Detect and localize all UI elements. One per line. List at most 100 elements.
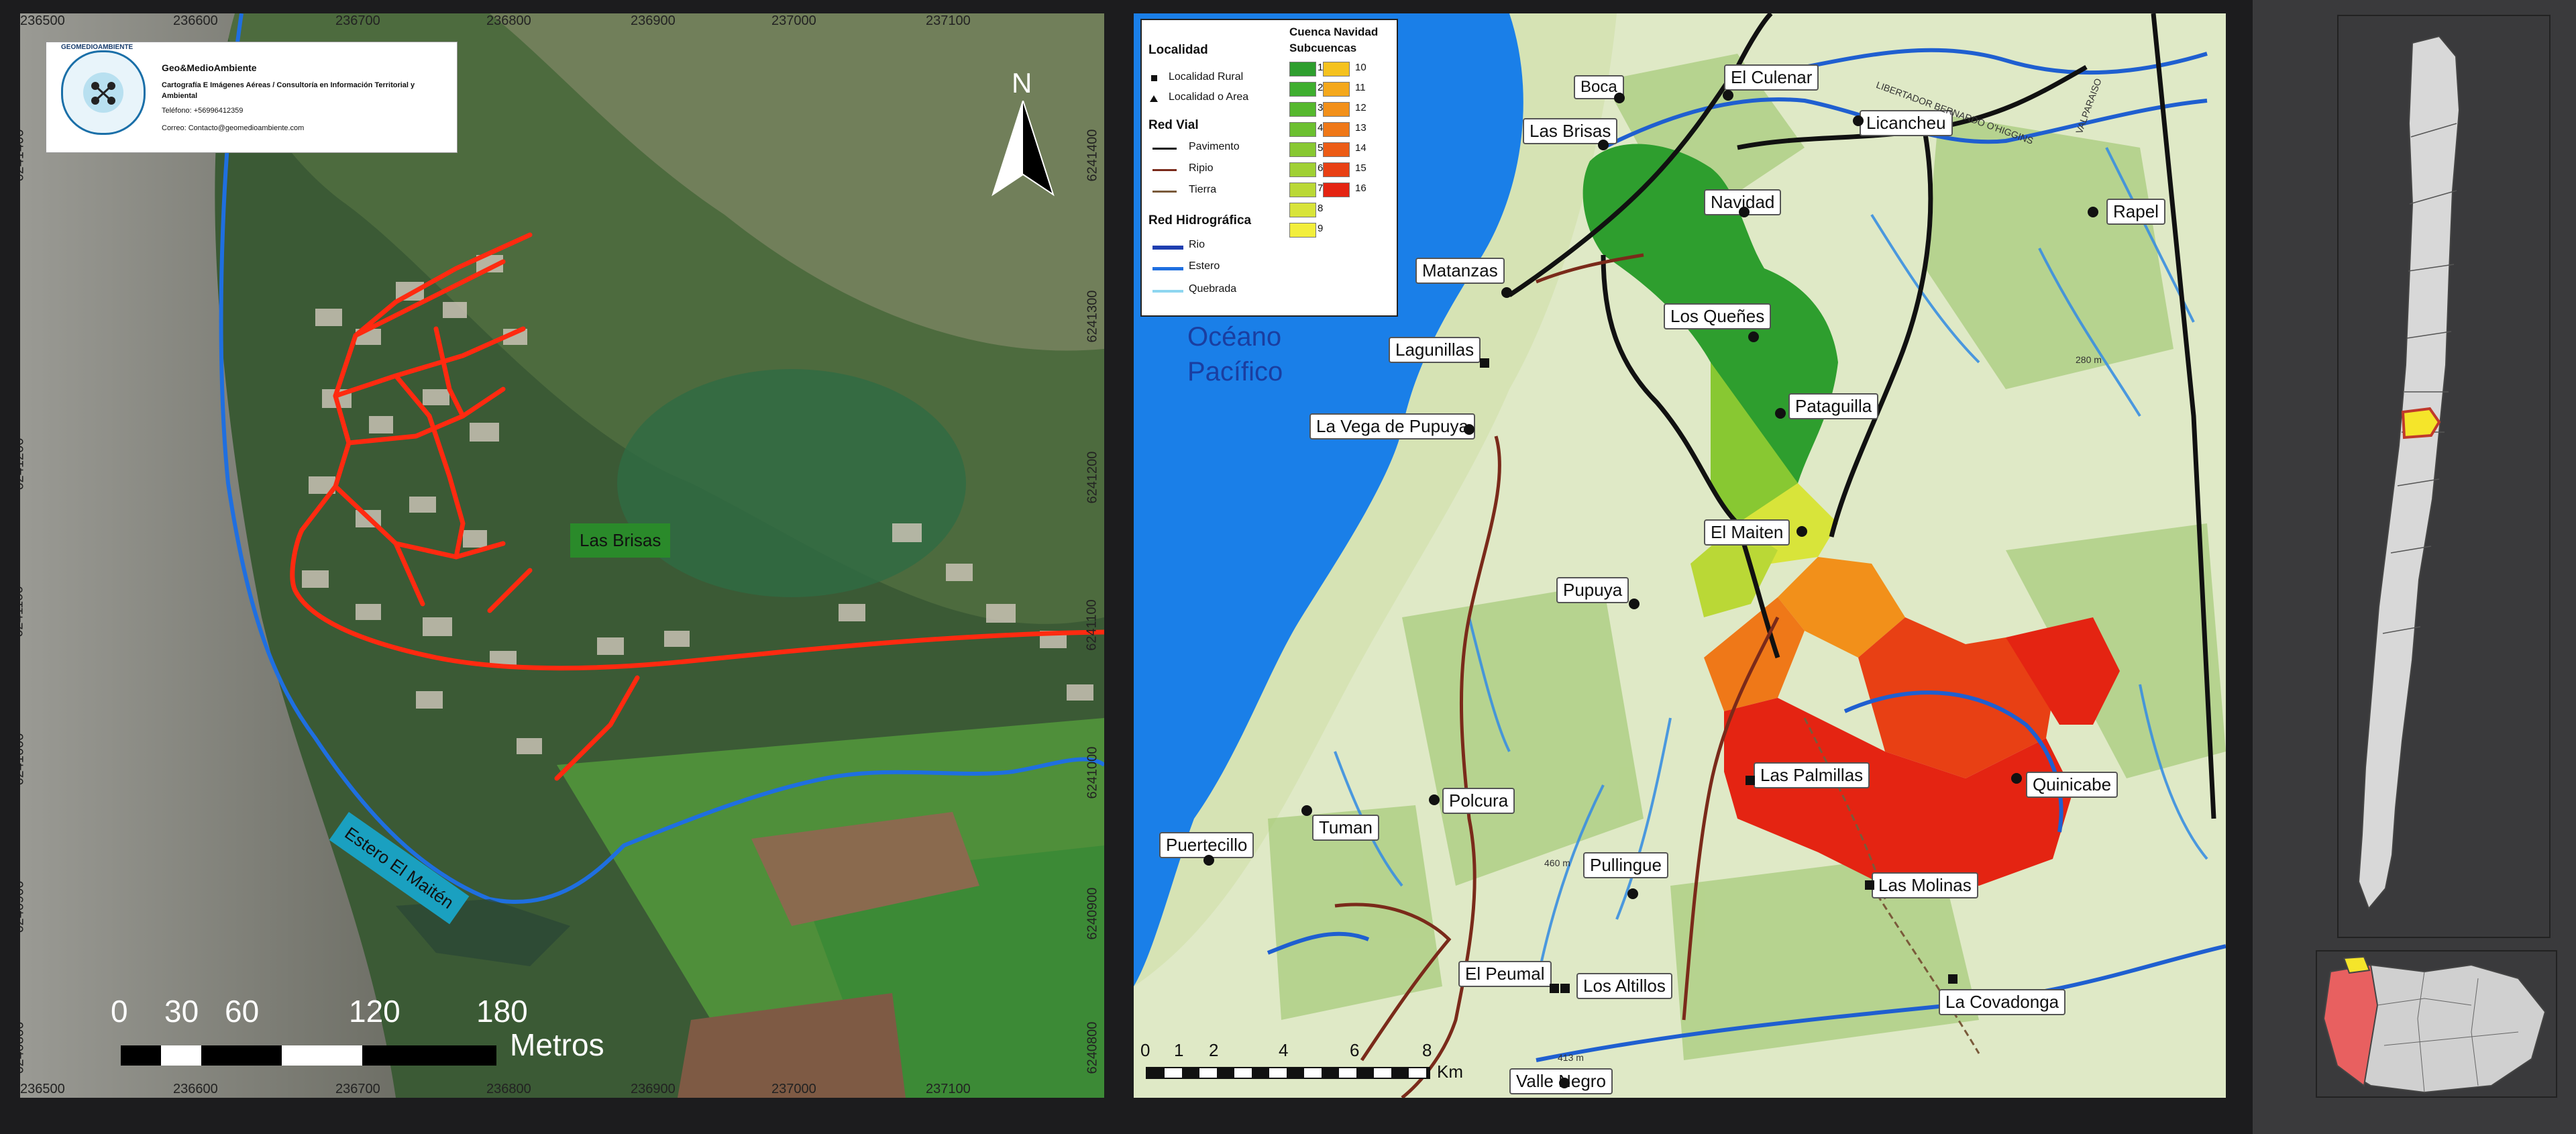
country-inset-frame xyxy=(2337,15,2551,938)
scale-tick-1: 30 xyxy=(164,994,199,1029)
right-tick-2: 6241200 xyxy=(1085,451,1100,504)
elevation-label-3: 280 m xyxy=(2076,354,2102,365)
right-tick-0: 6241400 xyxy=(1085,129,1100,182)
bottom-tick-4: 236900 xyxy=(631,1082,676,1096)
north-arrow: N xyxy=(986,67,1060,201)
legend-quebrada-line-icon xyxy=(1152,290,1183,293)
bottom-tick-1: 236600 xyxy=(173,1082,218,1096)
legend-subbasin-swatch-15 xyxy=(1323,162,1350,177)
legend-rio: Rio xyxy=(1189,239,1205,250)
scale-tick-0: 0 xyxy=(111,994,128,1029)
location-inset-panel xyxy=(2253,0,2576,1134)
km-scale-bar xyxy=(1146,1067,1430,1079)
legend-subbasin-swatch-7 xyxy=(1289,183,1316,197)
right-tick-6: 6240800 xyxy=(1085,1021,1100,1074)
place-navidad: Navidad xyxy=(1704,189,1782,215)
legend-subbasin-swatch-13 xyxy=(1323,122,1350,137)
place-pullingue: Pullingue xyxy=(1583,852,1668,878)
km-scale-tick-2: 2 xyxy=(1209,1040,1219,1060)
legend-pavimento: Pavimento xyxy=(1189,141,1240,152)
place-matanzas: Matanzas xyxy=(1415,258,1505,284)
legend-subcuencas-title: Subcuencas xyxy=(1289,42,1357,54)
basin-map-panel: Localidad Localidad Rural Localidad o Ar… xyxy=(1134,13,2226,1098)
place-la-covadonga: La Covadonga xyxy=(1939,989,2066,1015)
legend-marker-square-icon xyxy=(1151,75,1157,81)
legend-estero: Estero xyxy=(1189,260,1220,272)
legend-subbasin-label-14: 14 xyxy=(1355,142,1366,154)
top-tick-2: 236700 xyxy=(335,13,380,28)
place-tuman: Tuman xyxy=(1312,815,1379,841)
legend-subbasin-swatch-8 xyxy=(1289,203,1316,217)
place-pupuya: Pupuya xyxy=(1556,577,1629,603)
top-tick-0: 236500 xyxy=(20,13,65,28)
company-logo-box: GEOMEDIOAMBIENTE Geo&MedioAmbiente Carto… xyxy=(46,42,458,153)
ocean-label-2: Pacífico xyxy=(1187,357,1283,386)
legend-subbasin-swatch-6 xyxy=(1289,162,1316,177)
right-tick-3: 6241100 xyxy=(1084,599,1099,651)
bottom-tick-5: 237000 xyxy=(771,1082,816,1096)
ocean-label-1: Océano xyxy=(1187,322,1282,352)
village-label: Las Brisas xyxy=(570,523,671,558)
legend-subbasin-label-12: 12 xyxy=(1355,102,1366,113)
aerial-imagery xyxy=(20,13,1104,1098)
scale-tick-4: 180 xyxy=(476,994,528,1029)
legend-subbasin-swatch-14 xyxy=(1323,142,1350,157)
place-el-peumal: El Peumal xyxy=(1458,961,1552,987)
right-tick-5: 6240900 xyxy=(1085,887,1100,940)
bottom-tick-6: 237100 xyxy=(926,1082,971,1096)
legend-localidad-title: Localidad xyxy=(1148,43,1208,57)
study-region-highlight xyxy=(2401,407,2441,440)
left-tick-0: 6241400 xyxy=(20,129,27,182)
legend-subbasin-label-13: 13 xyxy=(1355,122,1366,134)
km-scale-tick-1: 1 xyxy=(1174,1040,1184,1060)
place-puertecillo: Puertecillo xyxy=(1159,832,1254,858)
left-tick-3: 6241000 xyxy=(20,733,27,786)
legend-hidro-title: Red Hidrográfica xyxy=(1148,213,1252,227)
place-los-quenes: Los Queñes xyxy=(1664,303,1772,329)
company-logo-emblem xyxy=(61,50,146,135)
legend-subbasin-label-15: 15 xyxy=(1355,162,1366,174)
km-scale-tick-0: 0 xyxy=(1140,1040,1150,1060)
place-licancheu: Licancheu xyxy=(1860,110,1953,136)
km-scale-unit: Km xyxy=(1437,1062,1463,1082)
legend-subbasin-swatch-9 xyxy=(1289,223,1316,238)
right-tick-4: 6241000 xyxy=(1085,746,1100,799)
km-scale-tick-5: 8 xyxy=(1422,1040,1432,1060)
chile-country-map xyxy=(2357,35,2461,910)
legend-quebrada: Quebrada xyxy=(1189,283,1237,295)
place-las-palmillas: Las Palmillas xyxy=(1754,762,1870,788)
left-tick-5: 6240800 xyxy=(20,1021,27,1074)
legend-subbasin-label-11: 11 xyxy=(1355,82,1366,93)
legend-subbasin-swatch-1 xyxy=(1289,62,1316,76)
bottom-tick-3: 236800 xyxy=(486,1082,531,1096)
place-el-maiten: El Maiten xyxy=(1704,519,1790,546)
place-pataguilla: Pataguilla xyxy=(1788,393,1879,419)
legend-subbasin-swatch-2 xyxy=(1289,82,1316,97)
legend-red-vial-title: Red Vial xyxy=(1148,118,1199,132)
north-label: N xyxy=(1012,67,1032,99)
legend-cuenca-title: Cuenca Navidad xyxy=(1289,25,1379,38)
legend-ripio-line-icon xyxy=(1152,169,1177,171)
top-tick-3: 236800 xyxy=(486,13,531,28)
place-los-altillos: Los Altillos xyxy=(1576,973,1672,999)
right-tick-1: 6241300 xyxy=(1085,290,1100,343)
drone-icon xyxy=(83,72,123,113)
legend-tierra-line-icon xyxy=(1152,191,1177,193)
map-legend: Localidad Localidad Rural Localidad o Ar… xyxy=(1140,19,1398,317)
legend-pavimento-line-icon xyxy=(1152,148,1177,150)
legend-estero-line-icon xyxy=(1152,267,1183,270)
left-tick-4: 6240900 xyxy=(20,880,27,933)
legend-tierra: Tierra xyxy=(1189,184,1217,195)
place-polcura: Polcura xyxy=(1442,788,1515,814)
place-quinicabe: Quinicabe xyxy=(2026,772,2118,798)
bottom-tick-2: 236700 xyxy=(335,1082,380,1096)
legend-subbasin-label-10: 10 xyxy=(1355,62,1366,73)
legend-ripio: Ripio xyxy=(1189,162,1214,174)
legend-subbasin-swatch-11 xyxy=(1323,82,1350,97)
legend-subbasin-swatch-12 xyxy=(1323,102,1350,117)
left-tick-1: 6241200 xyxy=(20,437,27,491)
legend-subbasin-swatch-3 xyxy=(1289,102,1316,117)
legend-subbasin-swatch-4 xyxy=(1289,122,1316,137)
legend-subbasin-label-16: 16 xyxy=(1355,183,1366,194)
region-map xyxy=(2322,956,2546,1094)
